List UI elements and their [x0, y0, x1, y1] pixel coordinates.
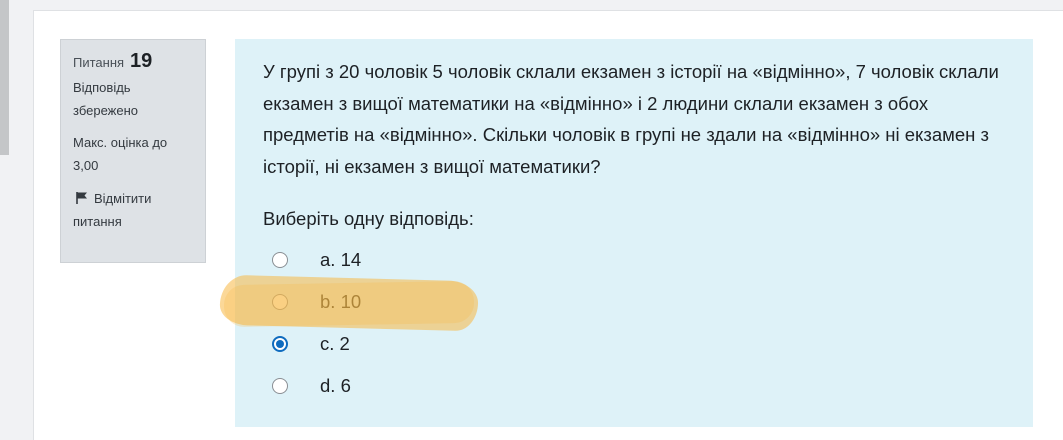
question-number: 19	[130, 50, 153, 72]
question-state: Відповідь збережено	[73, 80, 138, 118]
page-scrollbar[interactable]	[0, 0, 9, 155]
flag-question-link[interactable]: Відмітити питання	[73, 187, 193, 233]
question-number-line: Питання 19	[73, 50, 193, 74]
question-label: Питання	[73, 55, 125, 70]
answer-option-c[interactable]: c. 2	[263, 323, 1005, 365]
answer-radio-b[interactable]	[272, 294, 288, 310]
answer-option-d[interactable]: d. 6	[263, 365, 1005, 407]
answer-label-a[interactable]: a. 14	[320, 249, 361, 271]
answer-radio-d[interactable]	[272, 378, 288, 394]
question-text: У групі з 20 чоловік 5 чоловік склали ек…	[263, 61, 999, 177]
answer-label-b[interactable]: b. 10	[320, 291, 361, 313]
flag-icon	[76, 192, 87, 204]
answer-list: a. 14 b. 10 c. 2 d. 6	[263, 239, 1005, 407]
answer-option-b[interactable]: b. 10	[263, 281, 1005, 323]
answer-radio-a[interactable]	[272, 252, 288, 268]
answer-option-a[interactable]: a. 14	[263, 239, 1005, 281]
question-info-panel: Питання 19 Відповідь збережено Макс. оці…	[60, 39, 206, 263]
question-max-grade: Макс. оцінка до 3,00	[73, 135, 168, 173]
answer-radio-c[interactable]	[272, 336, 288, 352]
answer-prompt: Виберіть одну відповідь:	[263, 208, 474, 229]
answer-label-d[interactable]: d. 6	[320, 375, 351, 397]
question-content: У групі з 20 чоловік 5 чоловік склали ек…	[235, 39, 1033, 427]
answer-label-c[interactable]: c. 2	[320, 333, 350, 355]
